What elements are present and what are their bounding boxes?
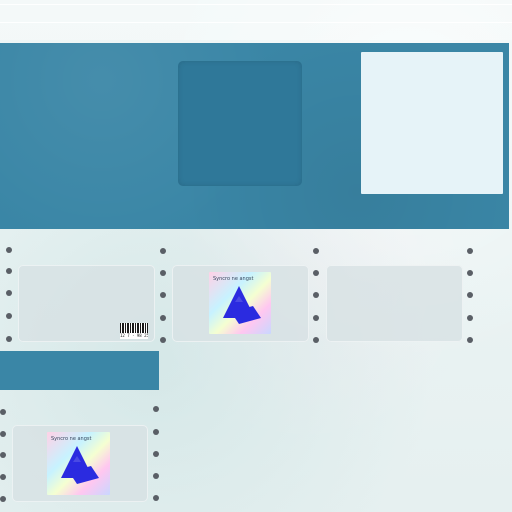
filmstrip-dot: [313, 248, 319, 254]
filmstrip-dot: [153, 495, 159, 501]
filmstrip-dot: [6, 336, 12, 342]
filmstrip-dot: [313, 337, 319, 343]
hero-panel: [0, 43, 509, 229]
filmstrip-dot: [6, 247, 12, 253]
filmstrip-dot: [160, 270, 166, 276]
image-placeholder-icon[interactable]: [178, 61, 302, 186]
album-logo-icon: [223, 286, 261, 324]
filmstrip-dot: [467, 337, 473, 343]
filmstrip-dot: [153, 473, 159, 479]
filmstrip-dot: [153, 406, 159, 412]
filmstrip-dot: [6, 268, 12, 274]
filmstrip-dot: [467, 315, 473, 321]
blank-card-icon[interactable]: [361, 52, 503, 194]
filmstrip-dot: [0, 409, 6, 415]
top-divider: [0, 22, 512, 23]
barcode-icon: 12 7 · 98 251: [120, 323, 148, 339]
filmstrip-dot: [467, 270, 473, 276]
filmstrip-dot: [160, 337, 166, 343]
filmstrip-dot: [153, 429, 159, 435]
top-divider: [0, 4, 512, 5]
filmstrip-dot: [313, 315, 319, 321]
barcode-bars: [120, 323, 148, 333]
filmstrip-dot: [6, 313, 12, 319]
filmstrip-dot: [160, 315, 166, 321]
album-art-icon[interactable]: Syncro ne angst: [47, 432, 110, 495]
filmstrip-dot: [153, 451, 159, 457]
filmstrip-dot: [0, 496, 6, 502]
top-strip: [0, 0, 512, 40]
filmstrip-dot: [0, 452, 6, 458]
barcode-number: 12 7 · 98 251: [120, 333, 148, 339]
filmstrip-dot: [467, 292, 473, 298]
filmstrip-dot: [6, 290, 12, 296]
filmstrip-dot: [160, 292, 166, 298]
filmstrip-dot: [313, 270, 319, 276]
page-canvas: 12 7 · 98 251 Syncro ne angst Syncro ne …: [0, 0, 512, 512]
album-art-icon[interactable]: Syncro ne angst: [209, 272, 271, 334]
filmstrip-dot: [0, 431, 6, 437]
album-logo-icon: [61, 446, 99, 484]
filmstrip-dot: [160, 248, 166, 254]
filmstrip-dot: [313, 292, 319, 298]
section-bar: [0, 351, 159, 390]
filmstrip-dot: [0, 474, 6, 480]
filmstrip-dot: [467, 248, 473, 254]
gallery-frame[interactable]: [326, 265, 463, 342]
